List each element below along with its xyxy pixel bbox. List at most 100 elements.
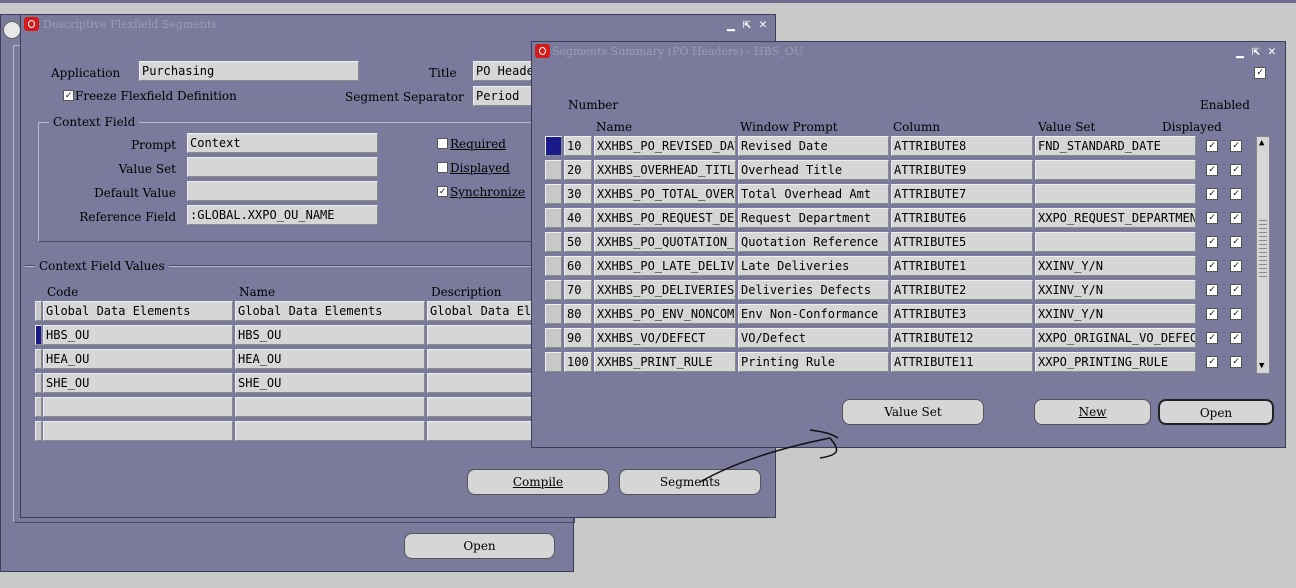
record-indicator[interactable] [545,136,562,156]
segment-separator-field[interactable]: Period [473,86,535,106]
number-cell[interactable]: 100 [564,352,592,372]
record-indicator[interactable] [35,349,42,369]
description-cell[interactable] [427,349,537,369]
name-cell[interactable]: XXHBS_PO_LATE_DELIVE [594,256,736,276]
number-cell[interactable]: 10 [564,136,592,156]
displayed-checkbox[interactable]: ✓ [1206,188,1218,200]
scroll-thumb[interactable] [1259,217,1267,277]
description-cell[interactable] [427,421,537,441]
new-button[interactable]: New [1034,399,1151,425]
name-cell[interactable]: HEA_OU [235,349,425,369]
open-button[interactable]: Open [404,533,555,559]
reference-field[interactable]: :GLOBAL.XXPO_OU_NAME [187,205,378,225]
number-cell[interactable]: 70 [564,280,592,300]
select-all-checkbox[interactable]: ✓ [1254,67,1266,79]
column-cell[interactable]: ATTRIBUTE1 [891,256,1033,276]
code-cell[interactable] [43,397,233,417]
column-cell[interactable]: ATTRIBUTE2 [891,280,1033,300]
record-indicator[interactable] [545,208,562,228]
code-cell[interactable]: SHE_OU [43,373,233,393]
number-cell[interactable]: 90 [564,328,592,348]
value-set-cell[interactable] [1035,160,1196,180]
name-cell[interactable]: XXHBS_OVERHEAD_TITLE [594,160,736,180]
record-indicator[interactable] [545,280,562,300]
window-prompt-cell[interactable]: Overhead Title [738,160,889,180]
vertical-scrollbar[interactable]: ▲ ▼ [1256,136,1270,374]
title-bar[interactable]: Segments Summary (PO Headers) - HBS_OU ▁… [532,42,1285,62]
record-indicator[interactable] [35,325,42,345]
enabled-checkbox[interactable]: ✓ [1230,284,1242,296]
column-cell[interactable]: ATTRIBUTE11 [891,352,1033,372]
name-cell[interactable]: HBS_OU [235,325,425,345]
column-cell[interactable]: ATTRIBUTE12 [891,328,1033,348]
description-cell[interactable] [427,325,537,345]
record-indicator[interactable] [35,373,42,393]
number-cell[interactable]: 50 [564,232,592,252]
displayed-checkbox[interactable]: ✓ [1206,164,1218,176]
column-cell[interactable]: ATTRIBUTE6 [891,208,1033,228]
number-cell[interactable]: 80 [564,304,592,324]
displayed-checkbox[interactable]: ✓ [1206,236,1218,248]
value-set-cell[interactable] [1035,232,1196,252]
number-cell[interactable]: 60 [564,256,592,276]
record-indicator[interactable] [545,160,562,180]
record-indicator[interactable] [35,301,42,321]
name-cell[interactable]: XXHBS_PO_REVISED_DAT [594,136,736,156]
record-indicator[interactable] [35,421,42,441]
displayed-checkbox[interactable]: ✓ [1206,260,1218,272]
number-cell[interactable]: 20 [564,160,592,180]
displayed-checkbox[interactable]: ✓ [1206,332,1218,344]
displayed-checkbox[interactable]: ✓ [1206,284,1218,296]
column-cell[interactable]: ATTRIBUTE9 [891,160,1033,180]
prompt-field[interactable]: Context [187,133,378,153]
record-indicator[interactable] [545,304,562,324]
window-prompt-cell[interactable]: Deliveries Defects [738,280,889,300]
window-prompt-cell[interactable]: VO/Defect [738,328,889,348]
default-value-field[interactable] [187,181,378,201]
name-cell[interactable]: XXHBS_PO_QUOTATION_R [594,232,736,252]
title-bar[interactable]: Descriptive Flexfield Segments ▁ ⇱ ✕ [21,15,775,35]
value-set-button[interactable]: Value Set [842,399,984,425]
name-cell[interactable]: XXHBS_VO/DEFECT [594,328,736,348]
enabled-checkbox[interactable]: ✓ [1230,164,1242,176]
enabled-checkbox[interactable]: ✓ [1230,308,1242,320]
enabled-checkbox[interactable]: ✓ [1230,332,1242,344]
minimize-icon[interactable]: ▁ [727,17,735,32]
description-cell[interactable]: Global Data Ele [427,301,537,321]
minimize-icon[interactable]: ▁ [1236,44,1244,59]
window-prompt-cell[interactable]: Printing Rule [738,352,889,372]
description-cell[interactable] [427,373,537,393]
column-cell[interactable]: ATTRIBUTE5 [891,232,1033,252]
column-cell[interactable]: ATTRIBUTE3 [891,304,1033,324]
value-set-field[interactable] [187,157,378,177]
record-indicator[interactable] [545,256,562,276]
enabled-checkbox[interactable]: ✓ [1230,236,1242,248]
synchronize-checkbox[interactable]: ✓ [437,186,448,197]
window-prompt-cell[interactable]: Revised Date [738,136,889,156]
maximize-icon[interactable]: ⇱ [1252,44,1260,59]
enabled-checkbox[interactable]: ✓ [1230,212,1242,224]
window-prompt-cell[interactable]: Quotation Reference [738,232,889,252]
code-cell[interactable]: HEA_OU [43,349,233,369]
value-set-cell[interactable] [1035,184,1196,204]
record-indicator[interactable] [545,352,562,372]
name-cell[interactable]: XXHBS_PO_TOTAL_OVERH [594,184,736,204]
number-cell[interactable]: 30 [564,184,592,204]
description-cell[interactable] [427,397,537,417]
scroll-down-arrow-icon[interactable]: ▼ [1259,361,1264,371]
value-set-cell[interactable]: XXINV_Y/N [1035,256,1196,276]
enabled-checkbox[interactable]: ✓ [1230,140,1242,152]
number-cell[interactable]: 40 [564,208,592,228]
record-indicator[interactable] [545,184,562,204]
window-prompt-cell[interactable]: Request Department [738,208,889,228]
name-cell[interactable]: SHE_OU [235,373,425,393]
freeze-checkbox[interactable]: ✓ [63,90,74,101]
displayed-checkbox[interactable]: ✓ [1206,356,1218,368]
name-cell[interactable]: Global Data Elements [235,301,425,321]
value-set-cell[interactable]: XXPO_ORIGINAL_VO_DEFECT [1035,328,1196,348]
name-cell[interactable]: XXHBS_PRINT_RULE [594,352,736,372]
displayed-checkbox[interactable]: ✓ [1206,140,1218,152]
value-set-cell[interactable]: XXINV_Y/N [1035,280,1196,300]
record-indicator[interactable] [545,232,562,252]
enabled-checkbox[interactable]: ✓ [1230,260,1242,272]
